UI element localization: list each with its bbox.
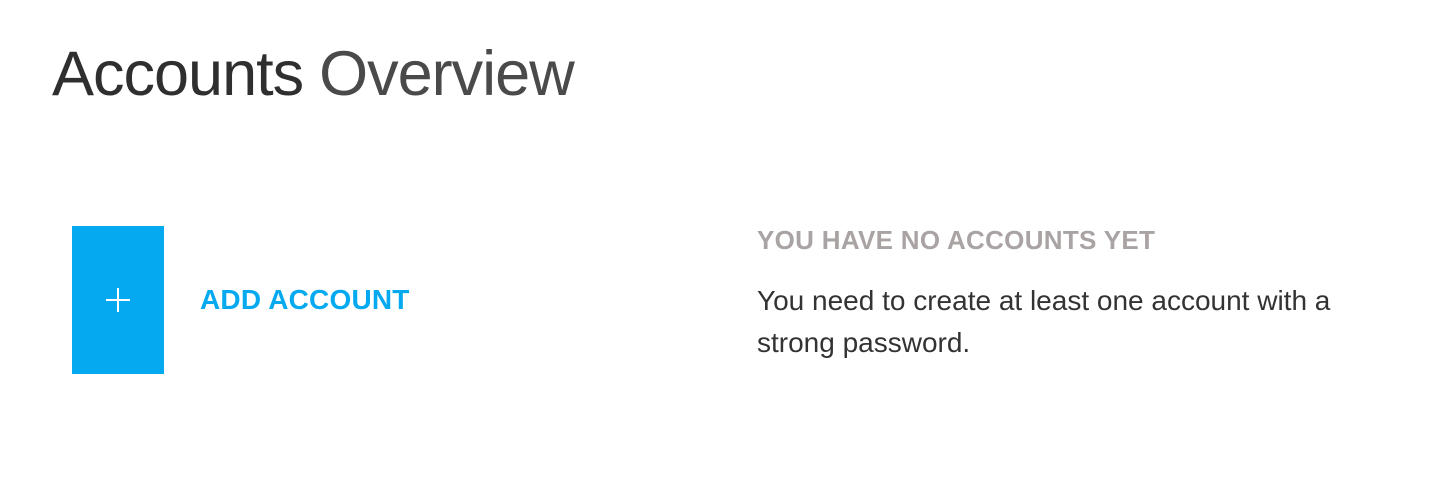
empty-state-heading: YOU HAVE NO ACCOUNTS YET — [757, 225, 1156, 255]
add-account-tile[interactable] — [72, 226, 164, 374]
page-title-secondary: Overview — [319, 39, 575, 109]
plus-icon — [106, 288, 130, 312]
add-account-label[interactable]: ADD ACCOUNT — [200, 284, 410, 316]
add-account-button[interactable]: ADD ACCOUNT — [72, 226, 410, 374]
page-title: Accounts Overview — [52, 34, 575, 114]
page-title-primary: Accounts — [52, 39, 304, 109]
empty-state-message: You need to create at least one account … — [757, 285, 1331, 358]
empty-state: YOU HAVE NO ACCOUNTS YET You need to cre… — [757, 222, 1377, 364]
